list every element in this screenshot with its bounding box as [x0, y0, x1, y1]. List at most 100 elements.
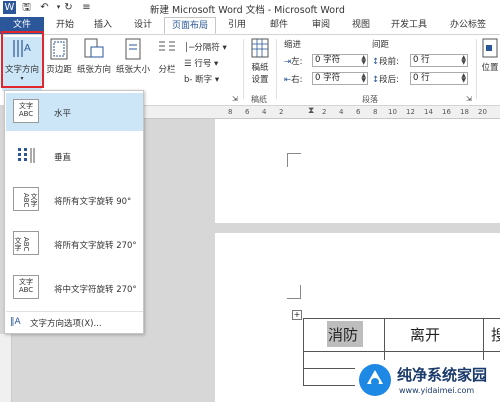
margins-button[interactable]: 页边距: [44, 37, 74, 91]
ruler-tick: 2: [279, 108, 284, 116]
save-icon[interactable]: 🖫: [20, 1, 33, 14]
hyphenation-button[interactable]: b‑ 断字 ▾: [184, 73, 219, 85]
indent-right-field[interactable]: 0 字符 ▲ ▼: [312, 72, 368, 85]
ruler-tick: 8: [228, 108, 233, 116]
ribbon-tabs: 文件 开始 插入 设计 页面布局 引用 邮件 审阅 视图 开发工具 办公标签: [0, 17, 500, 34]
columns-label: 分栏: [158, 65, 176, 75]
space-before-field[interactable]: 0 行 ▲ ▼: [410, 54, 468, 67]
table-move-handle-icon[interactable]: +: [292, 310, 302, 320]
indent-left-field[interactable]: 0 字符 ▲ ▼: [312, 54, 368, 67]
group-divider: [476, 39, 477, 99]
ruler-tick: 6: [245, 108, 250, 116]
menu-divider: [6, 311, 143, 312]
tab-page-layout[interactable]: 页面布局: [164, 17, 216, 34]
ruler-tick: 4: [339, 108, 344, 116]
table-cell-text: 搜: [491, 326, 500, 344]
watermark: 纯净系统家园 www.yidaimei.com: [355, 360, 500, 402]
position-button[interactable]: 位置: [480, 37, 500, 91]
ruler-tick: 6: [356, 108, 361, 116]
spacing-header: 间距: [372, 40, 390, 50]
menu-item-label: 水平: [54, 109, 72, 119]
undo-icon[interactable]: ↶: [38, 1, 51, 14]
rotate-cjk-text-icon: 文字 ABC: [13, 275, 39, 299]
spinner-arrows-icon[interactable]: ▲ ▼: [361, 55, 366, 66]
size-button[interactable]: 纸张大小: [114, 37, 152, 91]
manuscript-group-label: 稿纸: [251, 95, 267, 104]
spinner-arrows-icon[interactable]: ▲ ▼: [461, 73, 466, 84]
text-direction-options-icon: ‖A: [10, 317, 21, 327]
ruler-tick: 10: [388, 108, 397, 116]
ruler-tick: 12: [406, 108, 415, 116]
indent-header: 缩进: [284, 40, 302, 50]
columns-button[interactable]: 分栏: [154, 37, 180, 91]
columns-icon: [157, 37, 177, 61]
space-before-label: ↕段前:: [372, 57, 399, 67]
text-direction-menu: 文字 ABC 水平 垂直 文字 ABC 将所有文字旋转 90° 文字 ABC 将所有文…: [4, 90, 144, 334]
horizontal-text-icon: 文字 ABC: [13, 99, 39, 123]
spinner-arrows-icon[interactable]: ▲ ▼: [461, 55, 466, 66]
tab-view[interactable]: 视图: [344, 17, 378, 34]
ruler-tick: 8: [373, 108, 378, 116]
page-setup-dialog-launcher-icon[interactable]: ⇲: [232, 95, 238, 103]
size-label: 纸张大小: [115, 65, 150, 75]
margin-corner-mark: [287, 285, 301, 299]
tab-home[interactable]: 开始: [48, 17, 82, 34]
menu-item-label: 将所有文字旋转 270°: [54, 241, 137, 251]
paragraph-dialog-launcher-icon[interactable]: ⇲: [466, 95, 472, 103]
menu-item-rotate-270[interactable]: 文字 ABC 将所有文字旋转 270°: [6, 225, 143, 263]
title-bar: W 🖫 ↶ ▾ ↻ ≡ 新建 Microsoft Word 文档 - Micro…: [0, 0, 500, 17]
customize-quick-access-icon[interactable]: ≡: [80, 1, 93, 14]
rotate-90-text-icon: 文字 ABC: [13, 187, 39, 211]
tab-references[interactable]: 引用: [220, 17, 254, 34]
position-icon: [481, 37, 499, 59]
paragraph-group-label: 段落: [362, 95, 378, 104]
manuscript-setup-button[interactable]: 稿纸 设置: [247, 37, 273, 91]
ruler-tick: 14: [424, 108, 433, 116]
tab-design[interactable]: 设计: [124, 17, 162, 34]
redo-icon[interactable]: ↻: [62, 1, 75, 14]
menu-item-vertical[interactable]: 垂直: [6, 137, 143, 175]
tab-developer[interactable]: 开发工具: [384, 17, 434, 34]
margins-label: 页边距: [46, 65, 72, 75]
tab-review[interactable]: 审阅: [304, 17, 338, 34]
document-page-1[interactable]: [215, 119, 500, 223]
position-label: 位置: [481, 63, 499, 73]
space-after-field[interactable]: 0 行 ▲ ▼: [410, 72, 468, 85]
space-after-label: ↕段后:: [372, 75, 399, 85]
indent-right-label: ⇤右:: [284, 75, 303, 85]
manuscript-icon: [250, 37, 270, 59]
table-cell-text: 离开: [410, 326, 441, 344]
margins-icon: [49, 37, 69, 61]
menu-item-label: 垂直: [54, 153, 72, 163]
rotate-270-text-icon: 文字 ABC: [13, 231, 39, 255]
tab-insert[interactable]: 插入: [86, 17, 120, 34]
manuscript-setup-label-2: 设置: [251, 75, 269, 85]
menu-item-horizontal[interactable]: 文字 ABC 水平: [6, 93, 143, 131]
tab-office-tab[interactable]: 办公标签: [440, 17, 496, 34]
group-divider: [276, 39, 277, 99]
vertical-text-icon: [13, 143, 39, 167]
vertical-ruler[interactable]: [0, 334, 12, 402]
menu-item-label: 文字方向选项(X)...: [30, 319, 102, 329]
breaks-button[interactable]: │─分隔符 ▾: [184, 41, 227, 53]
group-divider: [243, 39, 244, 99]
line-numbers-button[interactable]: ☰ 行号 ▾: [184, 57, 218, 69]
ruler-tick: 20: [478, 108, 487, 116]
ruler-tick: 4: [262, 108, 267, 116]
word-logo-icon: W: [3, 1, 16, 14]
menu-item-rotate-90[interactable]: 文字 ABC 将所有文字旋转 90°: [6, 181, 143, 219]
watermark-url: www.yidaimei.com: [399, 386, 475, 395]
horizontal-ruler[interactable]: 8 6 4 2 ⧗ 2 4 6 8 10 12 14 16 18 20: [140, 106, 500, 119]
menu-item-rotate-cjk-270[interactable]: 文字 ABC 将中文字符旋转 270°: [6, 269, 143, 307]
orientation-button[interactable]: 纸张方向: [76, 37, 112, 91]
spinner-arrows-icon[interactable]: ▲ ▼: [361, 73, 366, 84]
orientation-icon: [83, 37, 105, 61]
manuscript-setup-label-1: 稿纸: [251, 63, 269, 73]
tab-mailings[interactable]: 邮件: [262, 17, 296, 34]
menu-item-text-direction-options[interactable]: ‖A 文字方向选项(X)...: [6, 313, 143, 333]
menu-item-label: 将所有文字旋转 90°: [54, 197, 132, 207]
menu-item-label: 将中文字符旋转 270°: [54, 285, 137, 295]
ruler-tick: 18: [460, 108, 469, 116]
indent-marker-icon[interactable]: ⧗: [308, 106, 314, 116]
size-icon: [123, 37, 143, 61]
